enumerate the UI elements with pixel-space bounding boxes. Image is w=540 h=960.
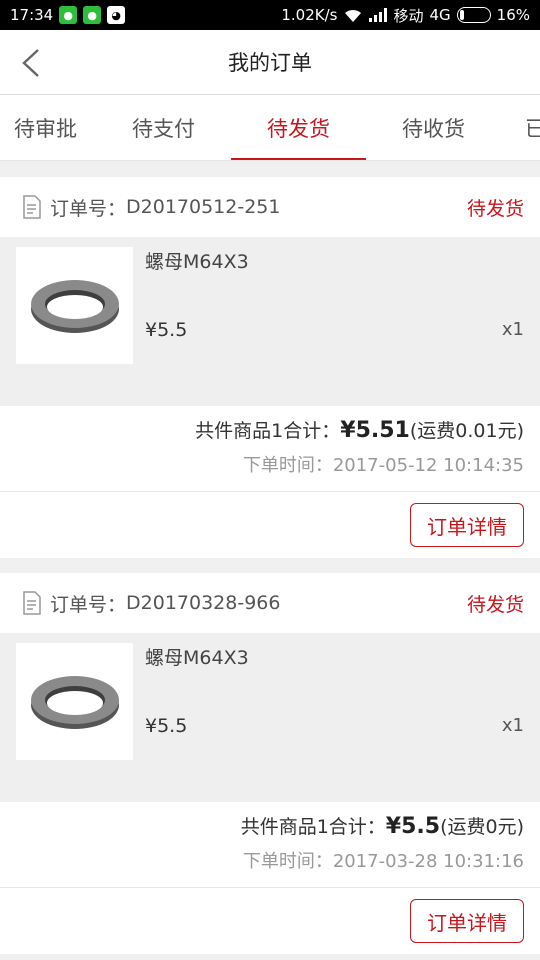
order-status: 待发货	[466, 593, 524, 616]
order-summary: 共件商品1合计：¥5.5(运费0元) 下单时间：2017-03-28 10:31…	[0, 802, 540, 888]
signal-icon	[369, 8, 388, 22]
order-card: 订单号： D20170328-966 待发货 螺母M64X3 ¥5.5 x1 共件…	[0, 573, 540, 954]
product-quantity: x1	[501, 715, 524, 736]
summary-prefix: 共件商品1合计：	[195, 420, 341, 442]
summary-amount: ¥5.5	[385, 814, 441, 839]
status-bar: 17:34 ● ● ◕ 1.02K/s 移动 4G 16%	[0, 0, 540, 30]
status-time: 17:34	[10, 6, 54, 24]
order-summary: 共件商品1合计：¥5.51(运费0.01元) 下单时间：2017-05-12 1…	[0, 406, 540, 492]
order-time: 下单时间：2017-05-12 10:14:35	[242, 455, 524, 476]
summary-shipping: (运费0元)	[440, 816, 524, 838]
order-number-label: 订单号：	[50, 593, 127, 616]
back-arrow-icon[interactable]	[18, 48, 46, 78]
battery-icon	[456, 7, 491, 23]
order-time: 下单时间：2017-03-28 10:31:16	[242, 851, 524, 872]
tab-completed[interactable]: 已	[468, 95, 540, 160]
order-status: 待发货	[466, 197, 524, 220]
order-header: 订单号： D20170328-966 待发货	[0, 573, 540, 633]
tab-pending-payment[interactable]: 待支付	[96, 95, 231, 160]
product-price: ¥5.5	[145, 319, 188, 341]
product-name: 螺母M64X3	[145, 647, 249, 669]
qq-icon: ◕	[107, 6, 126, 24]
product-name: 螺母M64X3	[145, 251, 249, 273]
order-actions: 订单详情	[0, 492, 540, 558]
order-card: 订单号： D20170512-251 待发货 螺母M64X3 ¥5.5 x1 共件…	[0, 177, 540, 558]
order-actions: 订单详情	[0, 888, 540, 954]
product-image	[16, 643, 133, 760]
page-title: 我的订单	[228, 51, 312, 75]
order-number-label: 订单号：	[50, 197, 127, 220]
order-number: D20170512-251	[126, 196, 281, 218]
hex-nut-image	[30, 675, 119, 729]
app-header: 我的订单	[0, 30, 540, 95]
document-icon	[23, 591, 41, 615]
hex-nut-image	[30, 279, 119, 333]
wechat-icon: ●	[59, 6, 78, 24]
order-header: 订单号： D20170512-251 待发货	[0, 177, 540, 237]
tab-pending-shipment[interactable]: 待发货	[231, 95, 366, 160]
document-icon	[23, 195, 41, 219]
battery-percent: 16%	[496, 6, 530, 24]
order-number: D20170328-966	[126, 592, 281, 614]
product-row[interactable]: 螺母M64X3 ¥5.5 x1	[0, 633, 540, 802]
order-tabs: 待审批 待支付 待发货 待收货 已	[0, 95, 540, 161]
network-speed: 1.02K/s	[281, 6, 338, 24]
product-row[interactable]: 螺母M64X3 ¥5.5 x1	[0, 237, 540, 406]
order-detail-button[interactable]: 订单详情	[410, 503, 524, 547]
product-image	[16, 247, 133, 364]
product-price: ¥5.5	[145, 715, 188, 737]
summary-shipping: (运费0.01元)	[409, 420, 524, 442]
summary-amount: ¥5.51	[340, 418, 410, 443]
carrier-name: 移动	[393, 6, 424, 25]
product-quantity: x1	[501, 319, 524, 340]
wechat-icon-2: ●	[83, 6, 102, 24]
order-detail-button[interactable]: 订单详情	[410, 899, 524, 943]
wifi-icon	[345, 9, 362, 22]
summary-prefix: 共件商品1合计：	[240, 816, 386, 838]
network-type: 4G	[429, 6, 451, 24]
